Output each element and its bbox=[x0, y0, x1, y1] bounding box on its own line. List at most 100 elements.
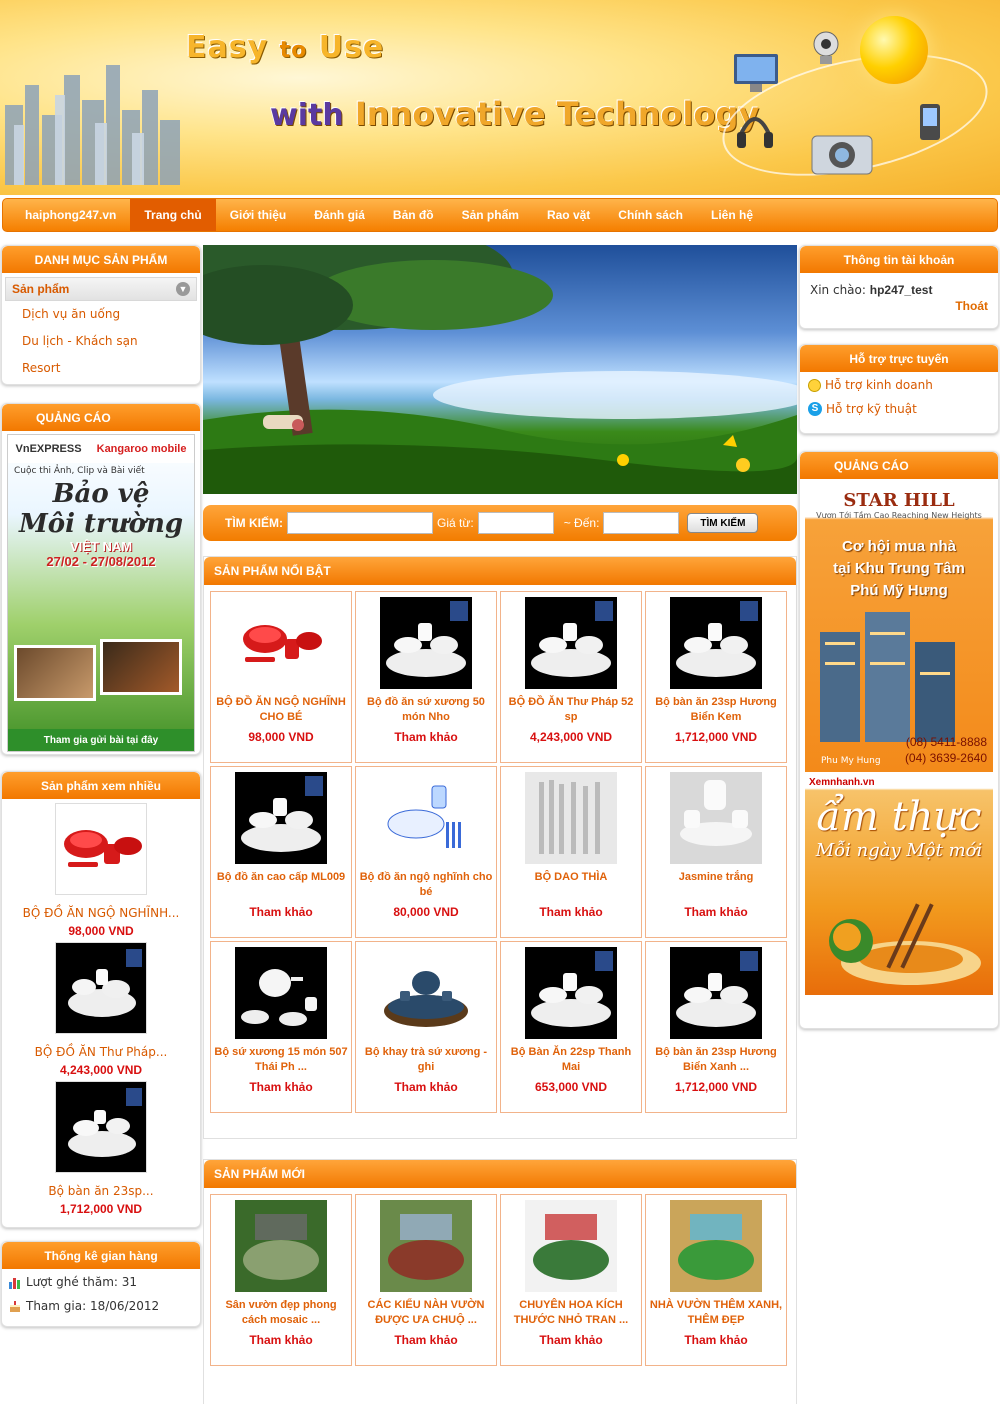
price-to-input[interactable] bbox=[603, 512, 680, 534]
nav-danh-gia[interactable]: Đánh giá bbox=[300, 199, 379, 231]
product-card[interactable]: BỘ DAO THÌA Tham khảo bbox=[500, 766, 642, 938]
most-viewed-title: Sản phẩm xem nhiều bbox=[2, 772, 200, 799]
product-name[interactable]: BỘ ĐỒ ĂN Thư Pháp 52 sp bbox=[501, 689, 641, 733]
product-image[interactable] bbox=[380, 947, 472, 1039]
product-card[interactable]: Bộ bàn ăn 23sp Hương Biển Xanh ... 1,712,… bbox=[645, 941, 787, 1113]
visit-count-text: Lượt ghé thăm: 31 bbox=[26, 1275, 138, 1289]
viewed-name[interactable]: Bộ bàn ăn 23sp... bbox=[2, 1184, 200, 1198]
product-name[interactable]: Bộ bàn ăn 23sp Hương Biển Xanh ... bbox=[646, 1039, 786, 1083]
product-name[interactable]: Jasmine trắng bbox=[646, 864, 786, 908]
product-image[interactable] bbox=[670, 772, 762, 864]
category-box: DANH MỤC SẢN PHẨM Sản phẩm ▼ Dịch vụ ăn … bbox=[1, 245, 201, 385]
starhill-ad-banner[interactable]: STAR HILL Vươn Tới Tầm Cao Reaching New … bbox=[805, 482, 993, 772]
product-card[interactable]: Bộ sứ xương 15 món 507 Thái Ph ... Tham k… bbox=[210, 941, 352, 1113]
product-image[interactable] bbox=[670, 947, 762, 1039]
product-image[interactable] bbox=[235, 772, 327, 864]
product-image[interactable] bbox=[525, 1200, 617, 1292]
product-card[interactable]: Bộ đồ ăn cao cấp ML009 Tham khảo bbox=[210, 766, 352, 938]
category-item[interactable]: Du lịch - Khách sạn bbox=[2, 328, 200, 355]
viewed-item[interactable]: BỘ ĐỒ ĂN Thư Pháp... 4,243,000 VND bbox=[2, 938, 200, 1077]
search-input[interactable] bbox=[287, 512, 433, 534]
viewed-name[interactable]: BỘ ĐỒ ĂN Thư Pháp... bbox=[2, 1045, 200, 1059]
product-name[interactable]: Bộ đồ ăn ngộ nghĩnh cho bé bbox=[356, 864, 496, 908]
product-image[interactable] bbox=[380, 597, 472, 689]
product-card[interactable]: Jasmine trắng Tham khảo bbox=[645, 766, 787, 938]
nav-lien-he[interactable]: Liên hệ bbox=[697, 199, 767, 231]
viewed-item[interactable]: Bộ bàn ăn 23sp... 1,712,000 VND bbox=[2, 1077, 200, 1216]
right-ads-title: QUẢNG CÁO bbox=[800, 452, 998, 479]
product-image[interactable] bbox=[380, 772, 472, 864]
building-image bbox=[820, 612, 955, 742]
product-image[interactable] bbox=[235, 1200, 327, 1292]
product-image[interactable] bbox=[670, 1200, 762, 1292]
support-tech[interactable]: S Hỗ trợ kỹ thuật bbox=[800, 392, 998, 416]
product-card[interactable]: NHÀ VƯỜN THÊM XANH, THÊM ĐẸP Tham khảo bbox=[645, 1194, 787, 1366]
header-banner: Easy to Use with Innovative Technology bbox=[0, 0, 1000, 195]
monitor-icon bbox=[734, 54, 778, 92]
category-item[interactable]: Dịch vụ ăn uống bbox=[2, 301, 200, 328]
product-image[interactable] bbox=[380, 1200, 472, 1292]
chevron-down-icon[interactable]: ▼ bbox=[176, 282, 190, 296]
product-name[interactable]: CHUYÊN HOA KÍCH THƯỚC NHỎ TRAN ... bbox=[501, 1292, 641, 1336]
product-name[interactable]: Bộ Bàn Ăn 22sp Thanh Mai bbox=[501, 1039, 641, 1083]
product-price: Tham khảo bbox=[249, 1333, 313, 1347]
product-card[interactable]: Bộ khay trà sứ xương - ghi Tham khảo bbox=[355, 941, 497, 1113]
product-card[interactable]: Bộ đồ ăn ngộ nghĩnh cho bé 80,000 VND bbox=[355, 766, 497, 938]
product-card[interactable]: Bộ đồ ăn sứ xương 50 món Nho Tham khảo bbox=[355, 591, 497, 763]
nav-home-site[interactable]: haiphong247.vn bbox=[11, 199, 130, 231]
price-to-label: ~ Đến: bbox=[563, 516, 600, 530]
support-business[interactable]: Hỗ trợ kinh doanh bbox=[800, 372, 998, 392]
nav-rao-vat[interactable]: Rao vặt bbox=[533, 199, 604, 231]
product-price: Tham khảo bbox=[539, 905, 603, 919]
product-name[interactable]: Bộ đồ ăn sứ xương 50 món Nho bbox=[356, 689, 496, 733]
username: hp247_test bbox=[869, 283, 933, 297]
support-business-label[interactable]: Hỗ trợ kinh doanh bbox=[825, 378, 933, 392]
viewed-name[interactable]: BỘ ĐỒ ĂN NGỘ NGHĨNH... bbox=[2, 906, 200, 920]
viewed-item[interactable]: BỘ ĐỒ ĂN NGỘ NGHĨNH... 98,000 VND bbox=[2, 799, 200, 938]
product-image[interactable] bbox=[525, 772, 617, 864]
product-name[interactable]: BỘ DAO THÌA bbox=[501, 864, 641, 908]
search-button[interactable]: TÌM KIẾM bbox=[687, 513, 759, 533]
product-image[interactable] bbox=[235, 597, 327, 689]
am-thuc-ad-banner[interactable]: Xemnhanh.vn ẩm thực Mỗi ngày Một mới bbox=[805, 775, 993, 995]
product-card[interactable]: Bộ bàn ăn 23sp Hương Biển Kem 1,712,000 V… bbox=[645, 591, 787, 763]
price-from-input[interactable] bbox=[477, 512, 554, 534]
product-card[interactable]: Bộ Bàn Ăn 22sp Thanh Mai 653,000 VND bbox=[500, 941, 642, 1113]
environment-ad-banner[interactable]: VnEXPRESS Kangaroo mobile Cuộc thi Ảnh, … bbox=[7, 434, 195, 752]
product-image[interactable] bbox=[235, 947, 327, 1039]
category-item[interactable]: Resort bbox=[2, 355, 200, 382]
product-image[interactable] bbox=[525, 947, 617, 1039]
product-price: Tham khảo bbox=[394, 1080, 458, 1094]
product-name[interactable]: NHÀ VƯỜN THÊM XANH, THÊM ĐẸP bbox=[646, 1292, 786, 1336]
product-card[interactable]: Sân vườn đẹp phong cách mosaic ... Tham k… bbox=[210, 1194, 352, 1366]
ad-cta[interactable]: Tham gia gửi bài tại đây bbox=[8, 729, 194, 751]
product-name[interactable]: Bộ sứ xương 15 món 507 Thái Ph ... bbox=[211, 1039, 351, 1083]
nav-chinh-sach[interactable]: Chính sách bbox=[604, 199, 697, 231]
support-tech-label[interactable]: Hỗ trợ kỹ thuật bbox=[826, 402, 917, 416]
logout-link[interactable]: Thoát bbox=[800, 297, 998, 315]
product-card[interactable]: BỘ ĐỒ ĂN NGỘ NGHĨNH CHO BÉ 98,000 VND bbox=[210, 591, 352, 763]
product-name[interactable]: Bộ bàn ăn 23sp Hương Biển Kem bbox=[646, 689, 786, 733]
product-name[interactable]: BỘ ĐỒ ĂN NGỘ NGHĨNH CHO BÉ bbox=[211, 689, 351, 733]
product-name[interactable]: Bộ khay trà sứ xương - ghi bbox=[356, 1039, 496, 1083]
product-name[interactable]: Bộ đồ ăn cao cấp ML009 bbox=[211, 864, 351, 908]
product-image[interactable] bbox=[525, 597, 617, 689]
nav-gioi-thieu[interactable]: Giới thiệu bbox=[216, 199, 301, 231]
product-name[interactable]: Sân vườn đẹp phong cách mosaic ... bbox=[211, 1292, 351, 1336]
am-thuc-title: ẩm thực bbox=[816, 794, 982, 840]
product-thumbnail[interactable] bbox=[55, 803, 147, 895]
product-thumbnail[interactable] bbox=[55, 942, 147, 1034]
nav-ban-do[interactable]: Bản đồ bbox=[379, 199, 448, 231]
product-card[interactable]: CHUYÊN HOA KÍCH THƯỚC NHỎ TRAN ... Tham k… bbox=[500, 1194, 642, 1366]
product-thumbnail[interactable] bbox=[55, 1081, 147, 1173]
nav-san-pham[interactable]: Sản phẩm bbox=[448, 199, 533, 231]
product-name[interactable]: CÁC KIỂU NÀH VƯỜN ĐƯỢC ƯA CHUỘ ... bbox=[356, 1292, 496, 1336]
product-price: 98,000 VND bbox=[248, 730, 314, 744]
product-card[interactable]: CÁC KIỂU NÀH VƯỜN ĐƯỢC ƯA CHUỘ ... Tham k… bbox=[355, 1194, 497, 1366]
nav-trang-chu[interactable]: Trang chủ bbox=[130, 199, 216, 231]
product-price: 80,000 VND bbox=[393, 905, 459, 919]
product-image[interactable] bbox=[670, 597, 762, 689]
product-card[interactable]: BỘ ĐỒ ĂN Thư Pháp 52 sp 4,243,000 VND bbox=[500, 591, 642, 763]
hero-slider-image[interactable] bbox=[203, 245, 797, 494]
category-head[interactable]: Sản phẩm ▼ bbox=[5, 277, 197, 301]
